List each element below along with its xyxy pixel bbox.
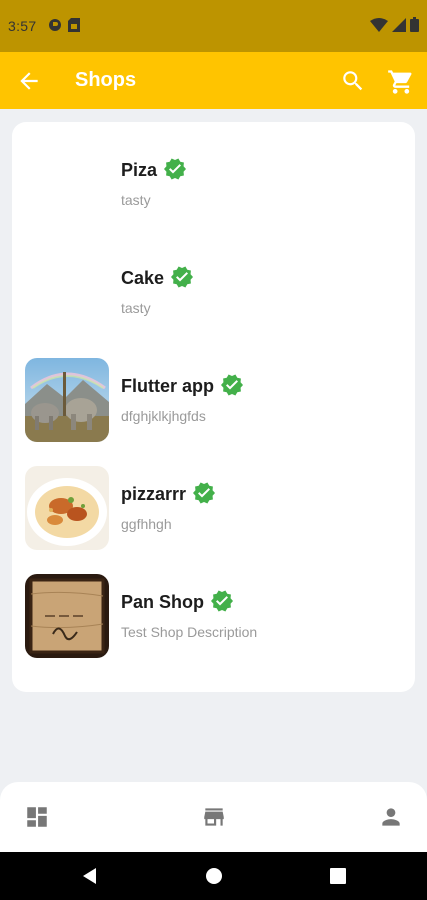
status-left-icons	[48, 18, 80, 32]
recents-square-icon[interactable]	[328, 866, 348, 886]
shop-image-welcome-sign	[25, 574, 109, 658]
shop-item[interactable]: Piza tasty	[12, 130, 415, 230]
shops-card: Piza tasty Cake tasty Flutter app dfghjk…	[12, 122, 415, 692]
shop-item[interactable]: Flutter app dfghjklkjhgfds	[12, 346, 415, 446]
shop-name: Piza	[121, 158, 187, 181]
app-bar: Shops	[0, 52, 427, 109]
shop-description: Test Shop Description	[121, 624, 258, 640]
notification-icon	[49, 19, 61, 31]
back-triangle-icon[interactable]	[80, 866, 100, 886]
status-right-icons	[370, 17, 419, 32]
shop-image-dish	[25, 466, 109, 550]
sim-card-icon	[68, 18, 80, 32]
battery-icon	[410, 17, 419, 32]
verified-check-icon	[211, 590, 234, 612]
shop-item[interactable]: Pan Shop Test Shop Description	[12, 562, 415, 662]
signal-icon	[392, 17, 406, 32]
home-circle-icon[interactable]	[204, 866, 224, 886]
search-icon[interactable]	[340, 68, 366, 94]
store-icon[interactable]	[201, 804, 227, 830]
shop-name: pizzarrr	[121, 482, 216, 505]
shop-item[interactable]: Cake tasty	[12, 238, 415, 338]
shop-name: Flutter app	[121, 374, 244, 397]
verified-check-icon	[221, 374, 243, 396]
shop-description: tasty	[121, 192, 151, 208]
status-bar: 3:57	[0, 0, 427, 52]
shop-name: Cake	[121, 266, 194, 289]
page-title: Shops	[75, 69, 137, 91]
arrow-back-icon[interactable]	[16, 68, 42, 94]
shop-name: Pan Shop	[121, 590, 234, 613]
status-time: 3:57	[8, 18, 37, 34]
verified-check-icon	[171, 266, 194, 288]
shop-image-elephants	[25, 358, 109, 442]
verified-check-icon	[164, 158, 187, 180]
wifi-icon	[370, 17, 388, 32]
shopping-cart-icon[interactable]	[387, 68, 415, 96]
system-nav-bar	[0, 852, 427, 900]
shop-item[interactable]: pizzarrr ggfhhgh	[12, 454, 415, 554]
bottom-nav	[0, 782, 427, 852]
dashboard-icon[interactable]	[24, 804, 50, 830]
verified-check-icon	[193, 482, 216, 504]
shop-description: tasty	[121, 300, 151, 316]
shop-description: ggfhhgh	[121, 516, 172, 532]
person-icon[interactable]	[378, 804, 404, 830]
shop-description: dfghjklkjhgfds	[121, 408, 206, 424]
